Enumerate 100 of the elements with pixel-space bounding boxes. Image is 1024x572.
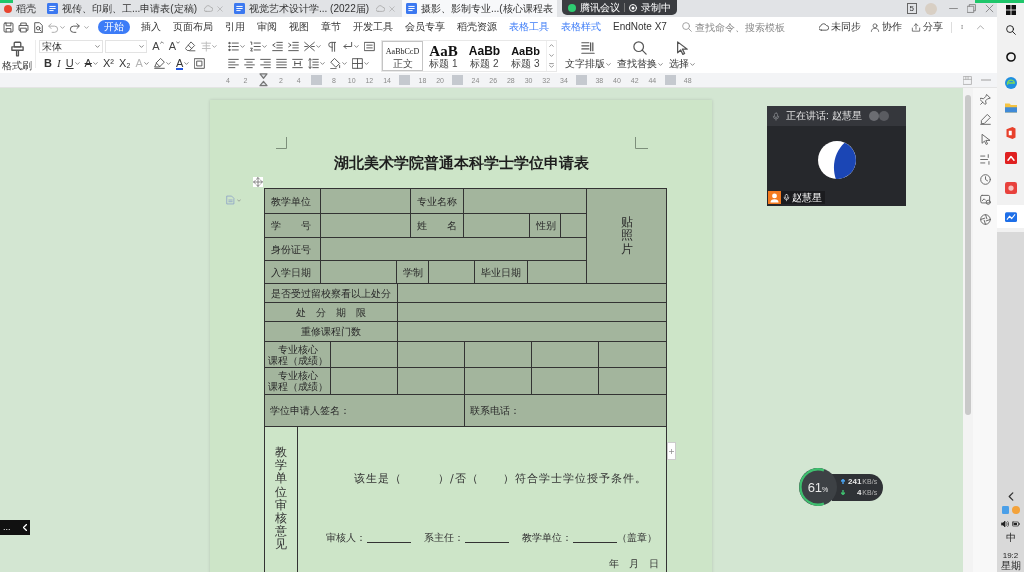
ribbon-tab[interactable]: 引用 <box>224 20 246 34</box>
caret-icon[interactable] <box>240 44 245 48</box>
folder-icon[interactable] <box>1004 102 1017 114</box>
caret-icon[interactable] <box>606 62 611 66</box>
ribbon-tab[interactable]: 开发工具 <box>352 20 394 34</box>
clock-icon[interactable] <box>979 174 991 185</box>
caret-icon[interactable] <box>139 45 145 48</box>
paint-bucket-icon[interactable] <box>330 57 341 69</box>
superscript-button[interactable]: X² <box>102 58 114 69</box>
format-painter-button[interactable]: 格式刷 <box>1 40 33 71</box>
chevron-left-icon[interactable] <box>1007 492 1014 501</box>
bulleted-list-icon[interactable] <box>228 40 239 52</box>
shrink-font-button[interactable]: A <box>168 41 180 52</box>
print-preview-icon[interactable] <box>33 21 44 33</box>
pin-icon[interactable] <box>979 94 991 105</box>
justify-icon[interactable] <box>276 57 287 69</box>
window-tab[interactable]: 摄影、影制专业...(核心课程表 <box>402 0 557 17</box>
crossed-lines-icon[interactable] <box>304 40 315 52</box>
subscript-button[interactable]: X₂ <box>118 58 131 69</box>
battery-icon[interactable] <box>1012 521 1020 527</box>
eraser-icon[interactable] <box>185 41 196 52</box>
scrollbar[interactable] <box>963 88 973 572</box>
text-layout-button[interactable]: 文字排版 <box>565 40 611 69</box>
scrollbar-thumb[interactable] <box>965 95 971 415</box>
increase-indent-icon[interactable] <box>288 40 299 52</box>
cursor-icon[interactable] <box>979 134 991 145</box>
ribbon-tab[interactable]: 表格工具 <box>508 20 550 34</box>
borders-icon[interactable] <box>352 57 363 69</box>
caret-icon[interactable] <box>176 41 180 44</box>
pilcrow-icon[interactable] <box>326 40 337 52</box>
numbered-list-icon[interactable] <box>250 40 261 52</box>
caret-icon[interactable] <box>143 62 149 65</box>
collapse-icon[interactable] <box>976 23 985 31</box>
select-button[interactable]: 选择 <box>669 40 695 69</box>
caret-icon[interactable] <box>212 45 217 48</box>
share-button[interactable]: 分享 <box>911 22 943 32</box>
active-app-tile[interactable] <box>997 205 1024 228</box>
list-icon[interactable] <box>979 154 991 165</box>
ruler-column-marker[interactable] <box>664 75 676 85</box>
underline-button[interactable]: U <box>65 58 80 69</box>
font-size-field[interactable] <box>104 40 148 53</box>
more-icon[interactable] <box>960 22 964 32</box>
style-option[interactable]: AaBb 标题 2 <box>464 41 505 71</box>
close-icon[interactable] <box>389 5 396 12</box>
add-column-button[interactable] <box>667 442 676 460</box>
caret-up-icon[interactable] <box>549 44 554 47</box>
caret-icon[interactable] <box>364 61 369 65</box>
style-option[interactable]: AaB 标题 1 <box>423 41 464 71</box>
indent-marker-icon[interactable] <box>258 73 268 87</box>
text-frame-icon[interactable] <box>364 40 375 52</box>
caret-icon[interactable] <box>262 44 267 48</box>
browser-icon[interactable] <box>1004 77 1017 89</box>
ribbon-tab[interactable]: 审阅 <box>256 20 278 34</box>
caret-icon[interactable] <box>690 62 695 66</box>
app-icon[interactable] <box>1004 182 1017 194</box>
collaborate-button[interactable]: 协作 <box>870 22 902 32</box>
caret-icon[interactable] <box>320 61 325 65</box>
character-border-icon[interactable] <box>194 58 206 69</box>
ribbon-tab[interactable]: 页面布局 <box>172 20 214 34</box>
caret-icon[interactable] <box>92 62 98 65</box>
ring-icon[interactable] <box>1005 52 1016 62</box>
caret-icon[interactable] <box>658 62 663 66</box>
panel-icon[interactable] <box>963 75 972 85</box>
bold-button[interactable]: B <box>44 58 52 69</box>
input-method-indicator[interactable]: 中 <box>1005 533 1016 543</box>
ribbon-tab[interactable]: 章节 <box>320 20 342 34</box>
caret-icon[interactable] <box>60 25 65 29</box>
caret-icon[interactable] <box>74 62 80 65</box>
highlight-button[interactable] <box>153 58 171 69</box>
align-right-icon[interactable] <box>260 57 271 69</box>
sync-button[interactable]: 未同步 <box>819 22 861 32</box>
image-settings-icon[interactable] <box>979 194 991 205</box>
window-tab[interactable]: 视觉艺术设计学... (2022届) <box>230 0 400 17</box>
ruler-column-marker[interactable] <box>452 75 464 85</box>
paragraph-menu-button[interactable] <box>226 195 241 205</box>
aperture-icon[interactable] <box>979 214 991 225</box>
window-tab[interactable]: 稻壳 <box>0 0 40 17</box>
ruler-column-marker[interactable] <box>399 75 411 85</box>
search-icon[interactable] <box>1005 25 1016 35</box>
window-count[interactable]: 5 <box>906 3 917 14</box>
style-option[interactable]: AaBb 标题 3 <box>505 41 546 71</box>
caret-icon[interactable] <box>354 44 359 48</box>
caret-icon[interactable] <box>316 44 321 48</box>
restore-icon[interactable] <box>967 4 976 13</box>
ruler-column-marker[interactable] <box>576 75 588 85</box>
font-color-button[interactable]: A <box>175 57 190 70</box>
close-icon[interactable] <box>217 5 223 12</box>
grid-lines-icon[interactable] <box>200 41 212 52</box>
ribbon-tab[interactable]: 表格样式 <box>560 20 602 34</box>
app-icon[interactable] <box>1004 152 1017 164</box>
search-field[interactable]: 查找命令、搜索模板 <box>694 21 791 33</box>
align-center-icon[interactable] <box>244 57 255 69</box>
ribbon-tab[interactable]: EndNote X7 <box>612 20 668 34</box>
caret-icon[interactable] <box>184 62 190 65</box>
find-replace-button[interactable]: 查找替换 <box>617 40 663 69</box>
strikethrough-button[interactable]: A <box>84 58 98 69</box>
caret-icon[interactable] <box>94 45 100 48</box>
print-icon[interactable] <box>18 21 29 33</box>
window-tab[interactable]: 视传、印刷、工...申请表(定稿) <box>43 0 227 17</box>
font-field[interactable]: 宋体 <box>39 40 103 53</box>
